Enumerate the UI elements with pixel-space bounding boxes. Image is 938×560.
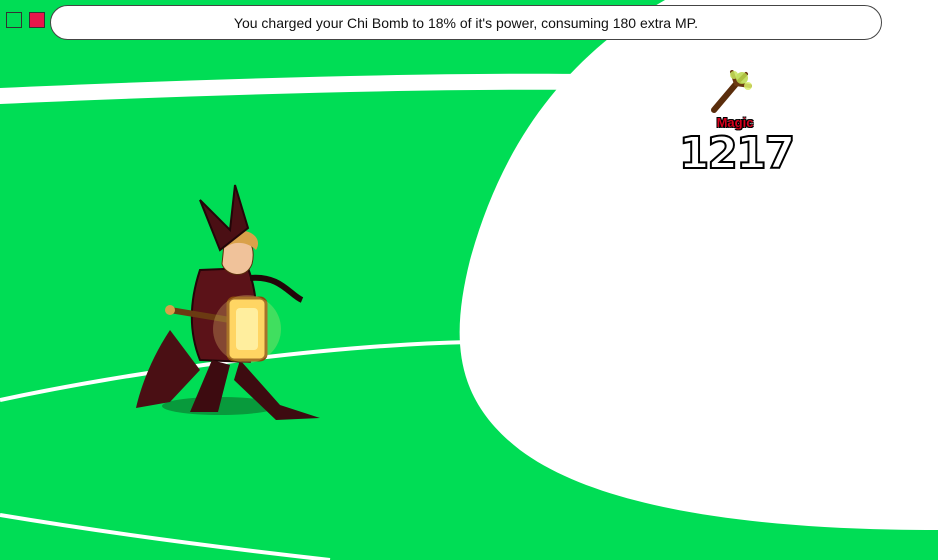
red-square[interactable]: [29, 12, 45, 28]
green-square[interactable]: [6, 12, 22, 28]
cape: [136, 330, 200, 408]
magic-staff-icon: [711, 70, 752, 113]
player-character: [136, 184, 320, 420]
battle-message-bar: You charged your Chi Bomb to 18% of it's…: [50, 5, 882, 40]
damage-number: 1217: [678, 127, 796, 180]
battle-message-text: You charged your Chi Bomb to 18% of it's…: [233, 14, 699, 31]
